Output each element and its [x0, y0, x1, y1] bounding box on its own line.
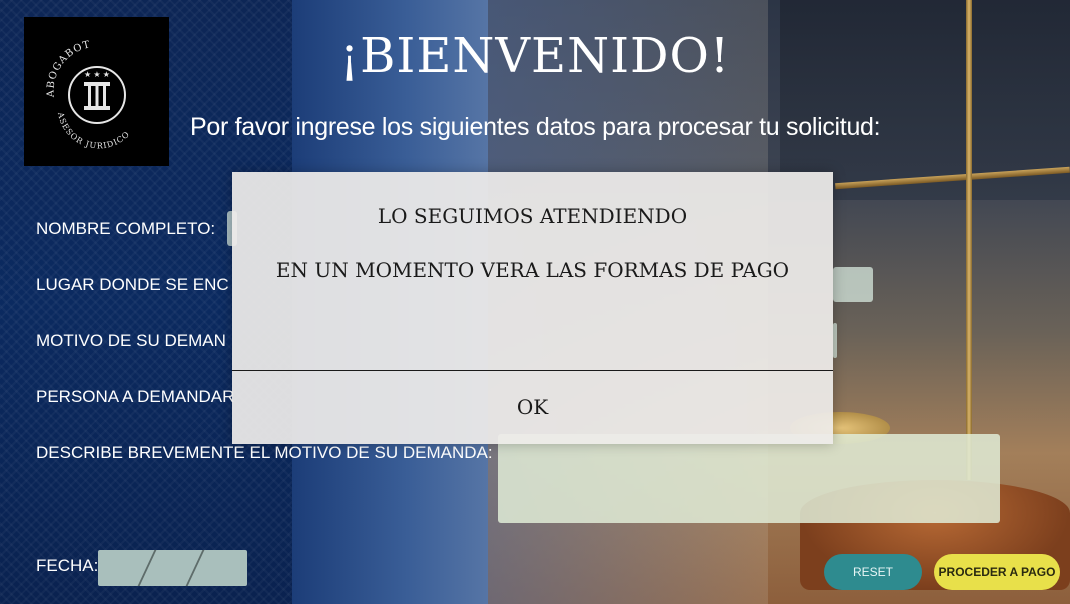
page-subtitle: Por favor ingrese los siguientes datos p…	[190, 113, 881, 141]
page-title: ¡BIENVENIDO!	[339, 28, 731, 84]
reset-button[interactable]: RESET	[824, 554, 922, 590]
describe-textarea[interactable]	[498, 434, 1000, 523]
logo-bottom-text: ASESOR JURIDICO	[56, 110, 131, 150]
persona-label: PERSONA A DEMANDAR	[36, 387, 235, 406]
date-separator	[137, 550, 157, 586]
motivo-input[interactable]	[833, 323, 837, 358]
describe-label: DESCRIBE BREVEMENTE EL MOTIVO DE SU DEMA…	[36, 443, 493, 462]
date-separator	[185, 550, 205, 586]
fecha-input[interactable]	[98, 550, 247, 586]
lugar-input[interactable]	[833, 267, 873, 302]
fecha-label: FECHA:	[36, 556, 99, 575]
dialog-message-line2: EN UN MOMENTO VERA LAS FORMAS DE PAGO	[275, 258, 790, 282]
svg-text:ASESOR JURIDICO: ASESOR JURIDICO	[56, 110, 132, 150]
alert-dialog: LO SEGUIMOS ATENDIENDO EN UN MOMENTO VER…	[232, 172, 833, 444]
lugar-label: LUGAR DONDE SE ENC	[36, 275, 229, 294]
nombre-label: NOMBRE COMPLETO:	[36, 219, 216, 238]
proceed-to-payment-button[interactable]: PROCEDER A PAGO	[934, 554, 1060, 590]
ok-button[interactable]: OK	[232, 371, 833, 444]
dialog-message-line1: LO SEGUIMOS ATENDIENDO	[377, 204, 688, 228]
motivo-label: MOTIVO DE SU DEMAN	[36, 331, 226, 350]
